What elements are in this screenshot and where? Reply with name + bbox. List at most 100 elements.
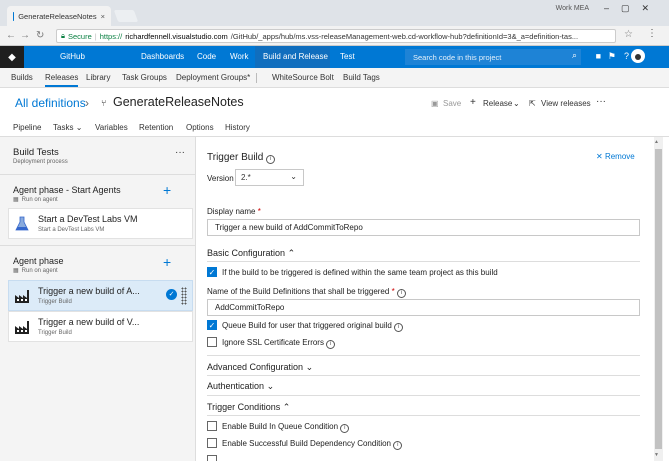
- back-icon[interactable]: ←: [6, 30, 16, 41]
- add-task-button[interactable]: +: [163, 254, 171, 270]
- release-button[interactable]: Release: [483, 99, 512, 108]
- project-name[interactable]: GitHub: [60, 52, 85, 61]
- page-title: GenerateReleaseNotes: [113, 95, 244, 109]
- new-tab-button[interactable]: [113, 10, 139, 22]
- task-title: Trigger a new build of A...: [38, 286, 140, 296]
- browser-menu-icon[interactable]: ⋮: [647, 28, 657, 39]
- task-title: Start a DevTest Labs VM: [38, 214, 138, 224]
- environment-more-icon[interactable]: ···: [175, 147, 185, 158]
- secure-label: Secure: [68, 31, 92, 41]
- build-in-queue-checkbox[interactable]: [207, 421, 217, 431]
- subnav-releases[interactable]: Releases: [45, 73, 79, 87]
- display-name-input[interactable]: Trigger a new build of AddCommitToRepo: [207, 219, 640, 236]
- build-dependency-checkbox[interactable]: [207, 438, 217, 448]
- window-controls[interactable]: –▢✕: [604, 3, 661, 14]
- phase-start-agents-title[interactable]: Agent phase - Start Agents: [13, 185, 121, 195]
- breadcrumb-separator: ›: [85, 96, 89, 110]
- factory-icon: [15, 290, 29, 303]
- notifications-icon[interactable]: ⚑: [608, 51, 616, 62]
- search-icon[interactable]: ⌕: [572, 50, 577, 61]
- build-definition-input[interactable]: AddCommitToRepo: [207, 299, 640, 316]
- vsts-logo-icon[interactable]: ◆: [0, 46, 24, 68]
- subnav-divider: [256, 73, 257, 83]
- tab-tasks-label: Tasks: [53, 123, 74, 132]
- avatar[interactable]: [631, 49, 645, 63]
- tab-variables[interactable]: Variables: [95, 123, 128, 132]
- subnav-task-groups[interactable]: Task Groups: [122, 73, 167, 82]
- basic-configuration-header[interactable]: Basic Configuration ⌃: [207, 248, 295, 259]
- info-icon[interactable]: i: [340, 424, 350, 433]
- subnav-builds[interactable]: Builds: [11, 73, 33, 82]
- tab-history[interactable]: History: [225, 123, 250, 132]
- authentication-header[interactable]: Authentication ⌄: [207, 381, 274, 392]
- tab-close-icon[interactable]: ×: [101, 12, 105, 21]
- browser-tab[interactable]: GenerateReleaseNotes ×: [7, 6, 111, 26]
- tab-retention[interactable]: Retention: [139, 123, 173, 132]
- url-divider: |: [94, 31, 97, 41]
- info-icon[interactable]: i: [394, 323, 404, 332]
- nav-test[interactable]: Test: [340, 52, 355, 61]
- drag-handle-icon[interactable]: [181, 287, 187, 305]
- subnav-deployment-groups[interactable]: Deployment Groups*: [176, 73, 250, 82]
- divider: [207, 375, 640, 376]
- help-icon[interactable]: ?: [624, 51, 629, 61]
- info-icon[interactable]: i: [396, 289, 406, 298]
- agent-icon: ▦: [13, 268, 19, 274]
- chevron-down-icon: ⌄: [290, 172, 297, 181]
- url-scheme: https://: [99, 31, 123, 41]
- marketplace-icon[interactable]: ■: [596, 51, 601, 61]
- nav-code[interactable]: Code: [197, 52, 216, 61]
- bookmark-star-icon[interactable]: ☆: [624, 29, 633, 40]
- phase-agent-title[interactable]: Agent phase: [13, 256, 64, 266]
- partial-checkbox[interactable]: [207, 455, 217, 461]
- breadcrumb-all-definitions[interactable]: All definitions: [15, 96, 86, 110]
- chevron-up-icon: ⌃: [282, 402, 291, 412]
- url-host: richardfennell.visualstudio.com: [125, 31, 228, 41]
- advanced-configuration-header[interactable]: Advanced Configuration ⌄: [207, 362, 313, 373]
- trigger-conditions-header[interactable]: Trigger Conditions ⌃: [207, 402, 290, 413]
- reload-icon[interactable]: ↻: [36, 30, 44, 41]
- tab-pipeline[interactable]: Pipeline: [13, 123, 41, 132]
- view-releases-button[interactable]: View releases: [541, 99, 591, 108]
- scroll-up-icon[interactable]: ▲: [654, 139, 659, 145]
- forward-icon[interactable]: →: [20, 30, 30, 41]
- task-trigger-build-selected[interactable]: Trigger a new build of A... Trigger Buil…: [8, 280, 193, 311]
- display-name-label: Display name *: [207, 207, 261, 216]
- search-input[interactable]: Search code in this project: [405, 49, 581, 65]
- tab-title: GenerateReleaseNotes: [18, 11, 97, 21]
- chevron-down-icon[interactable]: ⌄: [513, 99, 520, 108]
- url-input[interactable]: 🔒︎ Secure | https://richardfennell.visua…: [56, 29, 616, 43]
- nav-build-and-release[interactable]: Build and Release: [263, 52, 328, 61]
- task-start-devtest-vm[interactable]: Start a DevTest Labs VM Start a DevTest …: [8, 208, 193, 239]
- environment-title[interactable]: Build Tests: [13, 147, 59, 158]
- divider: [207, 395, 640, 396]
- subnav-library[interactable]: Library: [86, 73, 110, 82]
- subnav-whitesource-bolt[interactable]: WhiteSource Bolt: [272, 73, 334, 82]
- task-subtitle: Start a DevTest Labs VM: [38, 227, 105, 233]
- info-icon[interactable]: i: [326, 340, 336, 349]
- info-icon[interactable]: i: [393, 441, 403, 450]
- ignore-ssl-checkbox[interactable]: [207, 337, 217, 347]
- version-select[interactable]: 2.* ⌄: [235, 169, 304, 186]
- tab-options[interactable]: Options: [186, 123, 214, 132]
- info-icon[interactable]: i: [266, 155, 276, 164]
- same-project-checkbox[interactable]: ✓: [207, 267, 217, 277]
- divider: [0, 174, 196, 175]
- nav-work[interactable]: Work: [230, 52, 249, 61]
- divider: [207, 261, 640, 262]
- save-button[interactable]: Save: [443, 99, 461, 108]
- release-definition-icon: ⑂: [101, 98, 107, 108]
- subnav-build-tags[interactable]: Build Tags: [343, 73, 380, 82]
- queue-build-user-checkbox[interactable]: ✓: [207, 320, 217, 330]
- add-task-button[interactable]: +: [163, 182, 171, 198]
- nav-dashboards[interactable]: Dashboards: [141, 52, 184, 61]
- more-actions-button[interactable]: ···: [596, 96, 606, 107]
- scroll-down-icon[interactable]: ▼: [654, 452, 659, 458]
- scrollbar-thumb[interactable]: [655, 149, 662, 449]
- remove-button[interactable]: ✕ Remove: [596, 152, 635, 161]
- chevron-up-icon: ⌃: [287, 248, 296, 258]
- agent-icon: ▦: [13, 197, 19, 203]
- build-dependency-label: Enable Successful Build Dependency Condi…: [222, 439, 403, 450]
- task-editor-title: Trigger Build i: [207, 152, 276, 164]
- task-trigger-build[interactable]: Trigger a new build of V... Trigger Buil…: [8, 311, 193, 342]
